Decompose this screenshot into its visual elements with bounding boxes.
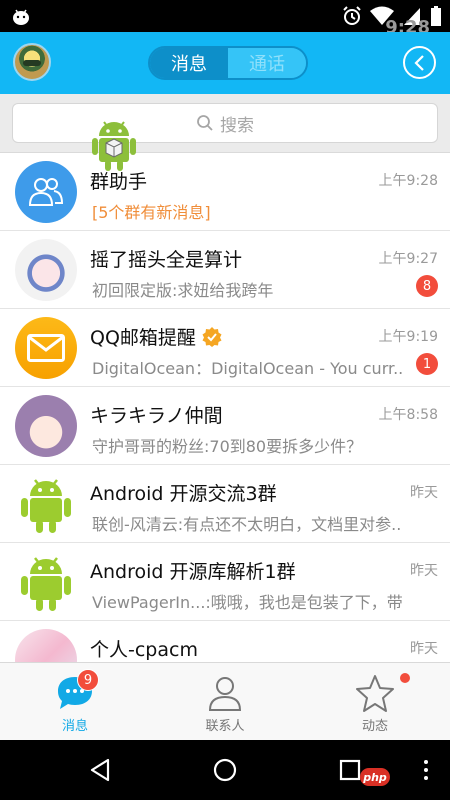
android-notification-icon [13, 9, 29, 25]
tab-contacts[interactable]: 联系人 [150, 663, 300, 741]
chevron-left-icon [413, 54, 424, 71]
conversation-preview: ViewPagerIn...:哦哦，我也是包装了下，带... [92, 593, 402, 612]
conversation-row[interactable]: QQ邮箱提醒 DigitalOcean：DigitalOcean - You c… [0, 309, 450, 387]
android-avatar [15, 551, 77, 613]
php-watermark: php [360, 768, 390, 786]
android-avatar [15, 473, 77, 535]
conversation-preview: [5个群有新消息] [92, 203, 211, 222]
tab-label: 消息 [61, 719, 88, 734]
conversation-time: 昨天 [410, 485, 438, 501]
anime-avatar [15, 629, 77, 662]
conversation-time: 上午9:27 [378, 251, 438, 267]
conversation-name: Android 开源交流3群 [90, 483, 277, 505]
tab-messages[interactable]: 消息 [150, 48, 228, 78]
alarm-icon [343, 6, 361, 25]
search-icon [197, 115, 213, 131]
search-input[interactable]: 搜索 [12, 103, 438, 143]
tab-label: 联系人 [205, 719, 245, 734]
group-icon [28, 178, 64, 206]
conversation-time: 昨天 [410, 641, 438, 657]
unread-badge: 8 [416, 275, 438, 297]
android-robot-icon [92, 121, 136, 171]
unread-badge: 1 [416, 353, 438, 375]
battery-icon [431, 6, 441, 26]
conversation-preview: 初回限定版:求妞给我跨年 [92, 281, 274, 300]
bottom-tab-bar: 9 消息 联系人 动态 [0, 662, 450, 740]
anime-avatar [15, 395, 77, 457]
tab-label: 动态 [361, 719, 388, 734]
conversation-list: 群助手 [5个群有新消息] 上午9:28 摇了摇头全是算计 初回限定版:求妞给我… [0, 153, 450, 662]
conversation-time: 上午8:58 [378, 407, 438, 423]
back-button[interactable] [403, 46, 436, 79]
star-icon [356, 675, 394, 712]
home-circle-icon[interactable] [211, 756, 239, 784]
profile-avatar[interactable] [13, 43, 51, 81]
person-icon [208, 677, 242, 711]
conversation-name: キラキラノ仲間 [90, 405, 223, 427]
conversation-row[interactable]: 摇了摇头全是算计 初回限定版:求妞给我跨年 上午9:27 8 [0, 231, 450, 309]
search-area: 搜索 [0, 94, 450, 153]
conversation-preview: 联创-风清云:有点还不太明白，文档里对参... [92, 515, 402, 534]
group-avatar [15, 161, 77, 223]
conversation-preview: 守护哥哥的粉丝:70到80要拆多少件？ [92, 437, 363, 456]
conversation-time: 昨天 [410, 563, 438, 579]
conversation-time: 上午9:28 [378, 173, 438, 189]
new-activity-dot [400, 673, 410, 683]
conversation-row[interactable]: キラキラノ仲間 守护哥哥的粉丝:70到80要拆多少件？ 上午8:58 [0, 387, 450, 465]
tab-feeds[interactable]: 动态 [300, 663, 450, 741]
tab-messages-bottom[interactable]: 9 消息 [0, 663, 150, 741]
conversation-name: Android 开源库解析1群 [90, 561, 296, 583]
tab-calls[interactable]: 通话 [228, 48, 306, 78]
conversation-name: 摇了摇头全是算计 [90, 249, 243, 271]
conversation-row[interactable]: 个人-cpacm 昨天 [0, 621, 450, 662]
conversation-name-wrap: QQ邮箱提醒 [90, 323, 222, 350]
unread-count-badge: 9 [77, 669, 99, 691]
android-icon [21, 557, 71, 611]
anime-avatar [15, 239, 77, 301]
conversation-preview: DigitalOcean：DigitalOcean - You curr... [92, 359, 402, 378]
conversation-time: 上午9:19 [378, 329, 438, 345]
mail-icon [27, 334, 65, 362]
back-triangle-icon[interactable] [86, 756, 114, 784]
segmented-control: 消息 通话 [148, 46, 308, 80]
conversation-row[interactable]: Android 开源交流3群 联创-风清云:有点还不太明白，文档里对参... 昨… [0, 465, 450, 543]
title-bar: 消息 通话 [0, 32, 450, 94]
conversation-row[interactable]: Android 开源库解析1群 ViewPagerIn...:哦哦，我也是包装了… [0, 543, 450, 621]
conversation-row[interactable]: 群助手 [5个群有新消息] 上午9:28 [0, 153, 450, 231]
mail-avatar [15, 317, 77, 379]
verified-icon [202, 326, 222, 347]
conversation-name: QQ邮箱提醒 [90, 327, 196, 349]
search-placeholder: 搜索 [220, 115, 254, 136]
status-bar: 9:28 [0, 0, 450, 38]
android-icon [21, 479, 71, 533]
overflow-menu-icon[interactable] [412, 756, 440, 784]
conversation-name: 个人-cpacm [90, 639, 198, 661]
